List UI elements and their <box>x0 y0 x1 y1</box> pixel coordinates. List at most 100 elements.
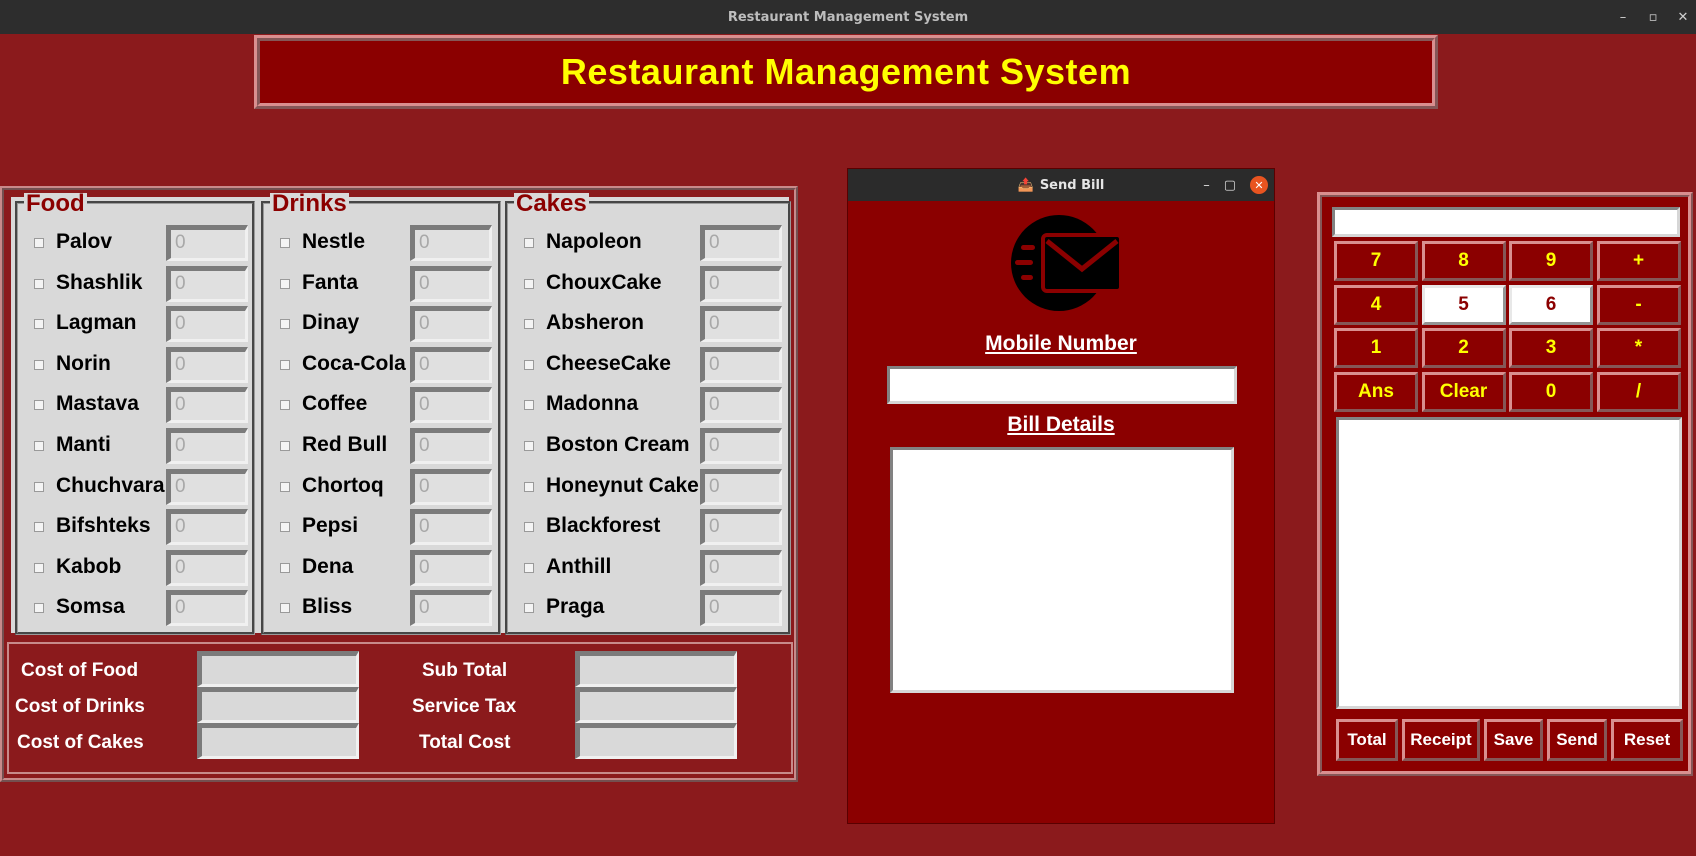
cakes-item-quantity-field[interactable]: 0 <box>700 468 782 505</box>
food-item-quantity-field[interactable]: 0 <box>166 346 248 383</box>
cost-of-drinks-field[interactable] <box>197 687 359 723</box>
cost-of-cakes-field[interactable] <box>197 723 359 759</box>
drinks-item-quantity-field[interactable]: 0 <box>410 225 492 261</box>
calc-key-1[interactable]: 1 <box>1334 328 1418 368</box>
minimize-icon[interactable]: – <box>1616 10 1630 25</box>
food-item-checkbox[interactable] <box>34 359 44 370</box>
cakes-item-quantity-field[interactable]: 0 <box>700 387 782 424</box>
calculator-display[interactable] <box>1332 207 1680 237</box>
total-button[interactable]: Total <box>1336 719 1398 761</box>
cakes-item-checkbox[interactable] <box>524 278 534 289</box>
calc-key-ans[interactable]: Ans <box>1334 371 1418 412</box>
food-item-checkbox[interactable] <box>34 238 44 248</box>
cakes-item-checkbox[interactable] <box>524 400 534 411</box>
receipt-textarea[interactable] <box>1336 417 1682 709</box>
drinks-item-checkbox[interactable] <box>280 562 290 573</box>
calc-key-9[interactable]: 9 <box>1509 241 1593 281</box>
food-item-checkbox[interactable] <box>34 278 44 289</box>
send-button[interactable]: Send <box>1547 719 1607 761</box>
drinks-item-checkbox[interactable] <box>280 278 290 289</box>
drinks-item-quantity-field[interactable]: 0 <box>410 509 492 546</box>
food-item-quantity-field[interactable]: 0 <box>166 306 248 343</box>
cakes-item-quantity-field[interactable]: 0 <box>700 549 782 586</box>
calc-key-2[interactable]: 2 <box>1421 328 1506 368</box>
bill-details-textarea[interactable] <box>890 447 1234 693</box>
cakes-item-checkbox[interactable] <box>524 522 534 533</box>
dialog-minimize-icon[interactable]: – <box>1203 178 1210 193</box>
food-item-checkbox[interactable] <box>34 319 44 330</box>
food-item-quantity-field[interactable]: 0 <box>166 590 248 627</box>
drinks-item-quantity-field[interactable]: 0 <box>410 590 492 627</box>
save-button[interactable]: Save <box>1484 719 1543 761</box>
reset-button[interactable]: Reset <box>1611 719 1683 761</box>
sub-total-field[interactable] <box>575 651 737 687</box>
cakes-item-checkbox[interactable] <box>524 562 534 573</box>
dialog-titlebar: 📤 Send Bill – ▢ ✕ <box>848 169 1274 201</box>
drinks-item-quantity-field[interactable]: 0 <box>410 346 492 383</box>
food-item-quantity-field[interactable]: 0 <box>166 428 248 464</box>
calc-key-8[interactable]: 8 <box>1421 241 1506 281</box>
food-item-checkbox[interactable] <box>34 481 44 492</box>
food-item-checkbox[interactable] <box>34 522 44 533</box>
drinks-item-checkbox[interactable] <box>280 481 290 492</box>
cakes-item-quantity-field[interactable]: 0 <box>700 590 782 627</box>
mobile-number-input[interactable] <box>887 366 1237 404</box>
food-item-checkbox[interactable] <box>34 562 44 573</box>
drinks-item-quantity-field[interactable]: 0 <box>410 265 492 302</box>
calc-key-clear[interactable]: Clear <box>1421 371 1506 412</box>
drinks-item-checkbox[interactable] <box>280 238 290 248</box>
total-cost-field[interactable] <box>575 723 737 759</box>
drinks-item-checkbox[interactable] <box>280 441 290 451</box>
food-item-label: Shashlik <box>56 270 143 294</box>
drinks-item-checkbox[interactable] <box>280 400 290 411</box>
calc-key-minus[interactable]: - <box>1596 284 1681 325</box>
window-title: Restaurant Management System <box>727 9 969 25</box>
cakes-item-checkbox[interactable] <box>524 238 534 248</box>
dialog-maximize-icon[interactable]: ▢ <box>1224 178 1236 193</box>
food-item-quantity-field[interactable]: 0 <box>166 225 248 261</box>
cakes-item-quantity-field[interactable]: 0 <box>700 306 782 343</box>
calc-key-divide[interactable]: / <box>1596 371 1681 412</box>
cakes-item-quantity-field[interactable]: 0 <box>700 509 782 546</box>
calc-key-3[interactable]: 3 <box>1509 328 1593 368</box>
cakes-item-checkbox[interactable] <box>524 481 534 492</box>
close-icon[interactable]: ✕ <box>1676 10 1690 25</box>
calc-key-6[interactable]: 6 <box>1509 284 1593 325</box>
drinks-item-quantity-field[interactable]: 0 <box>410 468 492 505</box>
cakes-item-quantity-field[interactable]: 0 <box>700 428 782 464</box>
food-item-quantity-field[interactable]: 0 <box>166 509 248 546</box>
drinks-item-checkbox[interactable] <box>280 319 290 330</box>
cakes-item-checkbox[interactable] <box>524 319 534 330</box>
food-item-quantity-field[interactable]: 0 <box>166 265 248 302</box>
drinks-item-checkbox[interactable] <box>280 359 290 370</box>
calc-key-5[interactable]: 5 <box>1421 284 1506 325</box>
cost-of-food-field[interactable] <box>197 651 359 687</box>
service-tax-field[interactable] <box>575 687 737 723</box>
drinks-item-checkbox[interactable] <box>280 522 290 533</box>
calc-key-0[interactable]: 0 <box>1509 371 1593 412</box>
food-item-checkbox[interactable] <box>34 603 44 614</box>
calc-key-7[interactable]: 7 <box>1334 241 1418 281</box>
restore-icon[interactable]: ▫ <box>1646 10 1660 25</box>
receipt-button[interactable]: Receipt <box>1402 719 1480 761</box>
cakes-item-quantity-field[interactable]: 0 <box>700 225 782 261</box>
drinks-item-quantity-field[interactable]: 0 <box>410 549 492 586</box>
drinks-item-quantity-field[interactable]: 0 <box>410 387 492 424</box>
drinks-item-quantity-field[interactable]: 0 <box>410 306 492 343</box>
cakes-item-checkbox[interactable] <box>524 441 534 451</box>
food-item-quantity-field[interactable]: 0 <box>166 468 248 505</box>
dialog-close-icon[interactable]: ✕ <box>1250 176 1268 194</box>
drinks-item-checkbox[interactable] <box>280 603 290 614</box>
calc-key-4[interactable]: 4 <box>1334 284 1418 325</box>
food-item-checkbox[interactable] <box>34 400 44 411</box>
calc-key-plus[interactable]: + <box>1596 241 1681 281</box>
cakes-item-quantity-field[interactable]: 0 <box>700 346 782 383</box>
calc-key-multiply[interactable]: * <box>1596 328 1681 368</box>
cakes-item-checkbox[interactable] <box>524 603 534 614</box>
food-item-checkbox[interactable] <box>34 441 44 451</box>
cakes-item-quantity-field[interactable]: 0 <box>700 265 782 302</box>
cakes-item-checkbox[interactable] <box>524 359 534 370</box>
drinks-item-quantity-field[interactable]: 0 <box>410 428 492 464</box>
food-item-quantity-field[interactable]: 0 <box>166 387 248 424</box>
food-item-quantity-field[interactable]: 0 <box>166 549 248 586</box>
